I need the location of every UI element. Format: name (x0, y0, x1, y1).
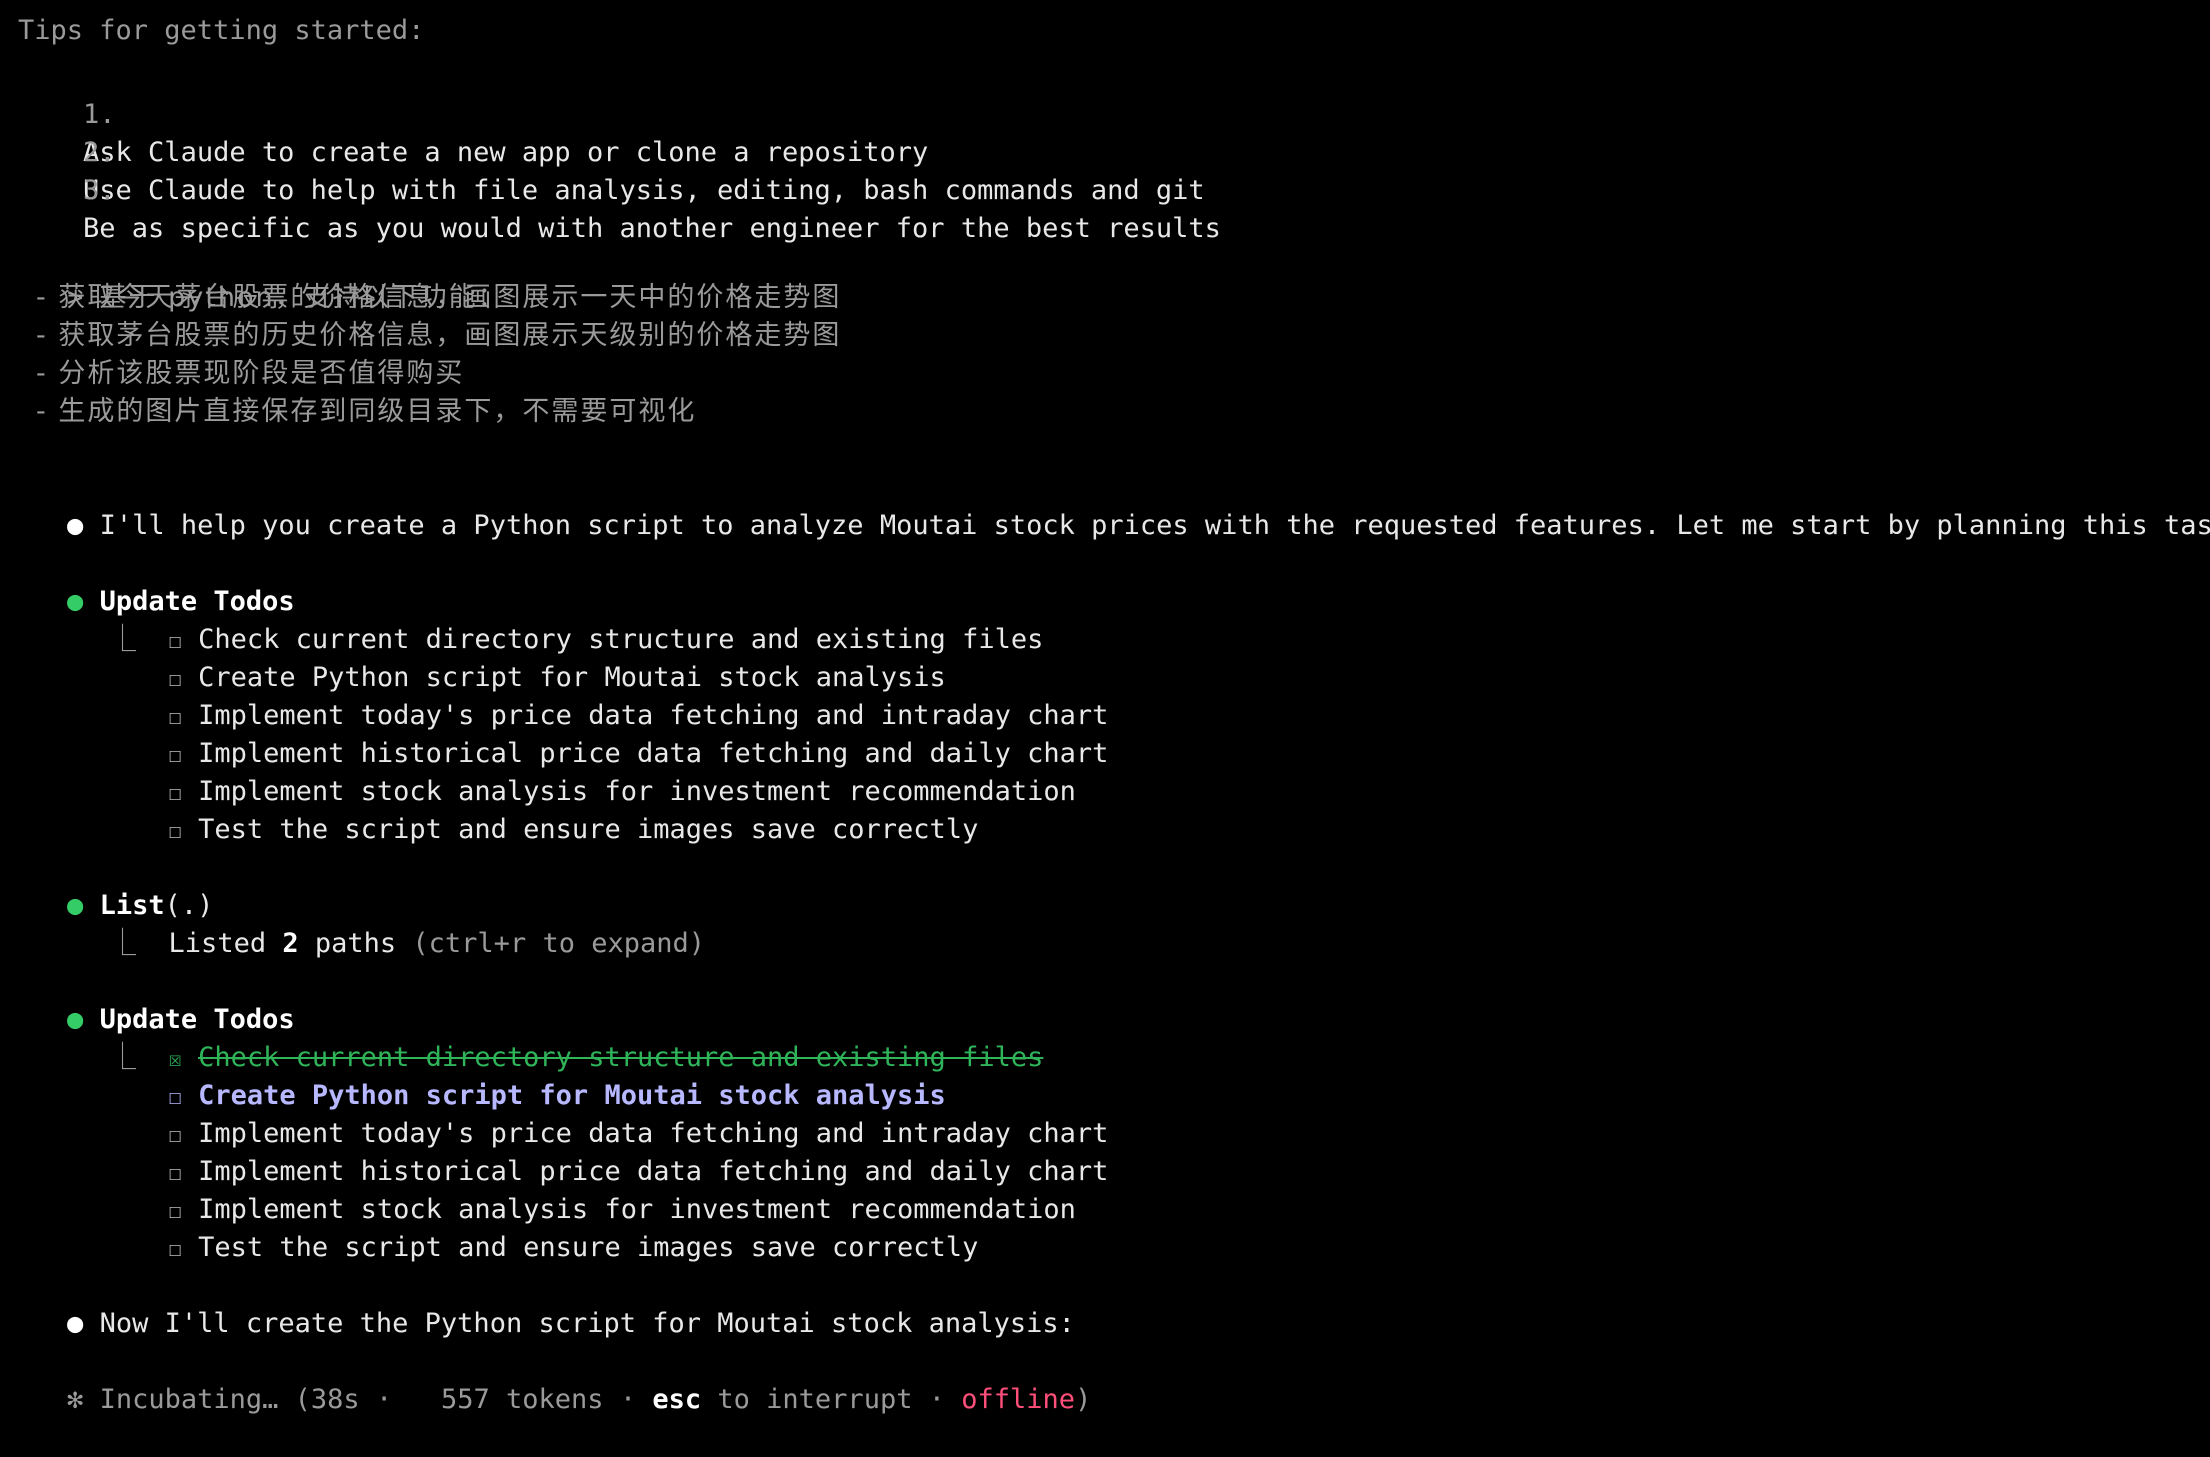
todo-item: ⎿ ☐ Check current directory structure an… (44, 583, 1043, 655)
assistant-message: ● Now I'll create the Python script for … (2, 1267, 1075, 1339)
todos-header: ● Update Todos (2, 545, 295, 617)
todo-item-done: ⎿ ☒ Check current directory structure an… (44, 1001, 1043, 1073)
checkbox-icon: ☐ (168, 1237, 182, 1262)
bullet-icon: ● (67, 1308, 84, 1339)
bullet-icon: ● (67, 510, 84, 541)
todo-item: ⎿ ☐ Test the script and ensure images sa… (44, 1191, 979, 1263)
prompt-line: - 获取茅台股票的历史价格信息，画图展示天级别的价格走势图 (36, 320, 842, 351)
todo-item: ⎿ ☐ Create Python script for Moutai stoc… (44, 621, 946, 693)
prompt-line: > 基于 python，支持以下功能： (2, 241, 507, 313)
tip-item: 2. Use Claude to help with file analysis… (18, 96, 1205, 206)
todo-text: Test the script and ensure images save c… (198, 1232, 979, 1263)
prompt-line: - 获取今天茅台股票的价格信息，画图展示一天中的价格走势图 (36, 282, 842, 313)
tip-item: 1. Ask Claude to create a new app or clo… (18, 58, 928, 168)
todos-header: ● Update Todos (2, 963, 295, 1035)
expand-hint: (ctrl+r to expand) (412, 928, 706, 959)
todo-item: ⎿ ☐ Implement today's price data fetchin… (44, 659, 1109, 731)
assistant-message: ● I'll help you create a Python script t… (2, 469, 2210, 541)
todo-item: ⎿ ☐ Implement historical price data fetc… (44, 1115, 1109, 1187)
result-text: Listed (168, 928, 283, 959)
status-line: ✻ Incubating… (38s · 557 tokens · esc to… (2, 1343, 1091, 1415)
todo-item-active: ⎿ ☐ Create Python script for Moutai stoc… (44, 1039, 946, 1111)
tip-number: 3. (83, 175, 116, 206)
prompt-line: - 分析该股票现阶段是否值得购买 (36, 358, 465, 389)
tip-text: Be as specific as you would with another… (83, 213, 1221, 244)
list-tool-result: ⎿ Listed 2 paths (ctrl+r to expand) (44, 887, 705, 959)
todo-item: ⎿ ☐ Implement today's price data fetchin… (44, 1077, 1109, 1149)
assistant-text: Now I'll create the Python script for Mo… (99, 1308, 1075, 1339)
todo-item: ⎿ ☐ Implement stock analysis for investm… (44, 735, 1076, 807)
todo-item: ⎿ ☐ Implement stock analysis for investm… (44, 1153, 1076, 1225)
tree-branch-icon: ⎿ (109, 928, 137, 959)
todo-item: ⎿ ☐ Implement historical price data fetc… (44, 697, 1109, 769)
result-text: paths (298, 928, 413, 959)
result-count: 2 (282, 928, 299, 959)
prompt-line: - 生成的图片直接保存到同级目录下，不需要可视化 (36, 396, 697, 427)
terminal: Tips for getting started: 1. Ask Claude … (0, 0, 2210, 1415)
tip-item: 3. Be as specific as you would with anot… (18, 134, 1221, 244)
list-tool-header: ● List(.) (2, 849, 213, 921)
tip-text: Use Claude to help with file analysis, e… (83, 175, 1205, 206)
assistant-text: I'll help you create a Python script to … (99, 510, 2210, 541)
todo-text: Test the script and ensure images save c… (198, 814, 979, 845)
tips-heading: Tips for getting started: (18, 15, 425, 46)
todo-item: ⎿ ☐ Test the script and ensure images sa… (44, 773, 979, 845)
checkbox-icon: ☐ (168, 819, 182, 844)
